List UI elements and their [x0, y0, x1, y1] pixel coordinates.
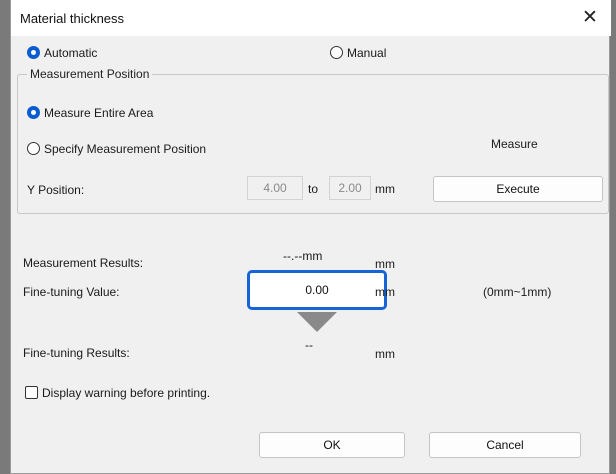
manual-radio[interactable]: [330, 46, 343, 59]
fine-tuning-results-label: Fine-tuning Results:: [23, 346, 130, 360]
automatic-radio[interactable]: [27, 46, 40, 59]
y-position-unit: mm: [375, 182, 395, 196]
measurement-results-unit: mm: [375, 257, 395, 271]
y-position-label: Y Position:: [27, 183, 85, 197]
fine-tuning-results-value: --: [305, 338, 313, 352]
manual-label: Manual: [347, 46, 387, 60]
fine-tuning-unit: mm: [375, 285, 395, 299]
cancel-button[interactable]: Cancel: [429, 432, 581, 458]
y-to-input[interactable]: 2.00: [329, 176, 371, 200]
material-thickness-dialog: Material thickness ✕ Automatic Manual Me…: [10, 0, 611, 474]
specify-position-label: Specify Measurement Position: [44, 142, 207, 156]
display-warning-label: Display warning before printing.: [42, 386, 211, 400]
fine-tuning-label: Fine-tuning Value:: [23, 285, 120, 299]
fine-tuning-input[interactable]: 0.00: [247, 270, 387, 310]
measurement-position-legend: Measurement Position: [27, 67, 153, 81]
measurement-results-label: Measurement Results:: [23, 256, 144, 270]
down-arrow-icon: [297, 312, 337, 332]
execute-button[interactable]: Execute: [433, 176, 603, 202]
to-label: to: [308, 182, 319, 196]
measure-entire-area-radio[interactable]: [27, 106, 40, 119]
measurement-results-value: --.--mm: [283, 249, 323, 263]
ok-button[interactable]: OK: [259, 432, 405, 458]
automatic-label: Automatic: [44, 46, 98, 60]
measure-entire-area-label: Measure Entire Area: [44, 106, 154, 120]
measure-label: Measure: [491, 137, 538, 151]
dialog-title: Material thickness: [20, 11, 125, 26]
close-icon[interactable]: ✕: [577, 5, 603, 31]
display-warning-checkbox[interactable]: [25, 386, 38, 399]
y-from-input[interactable]: 4.00: [247, 176, 303, 200]
fine-tuning-range: (0mm~1mm): [483, 285, 552, 299]
title-bar: Material thickness ✕: [11, 0, 611, 36]
fine-tuning-value: 0.00: [305, 283, 329, 297]
fine-tuning-results-unit: mm: [375, 347, 395, 361]
specify-position-radio[interactable]: [27, 142, 40, 155]
